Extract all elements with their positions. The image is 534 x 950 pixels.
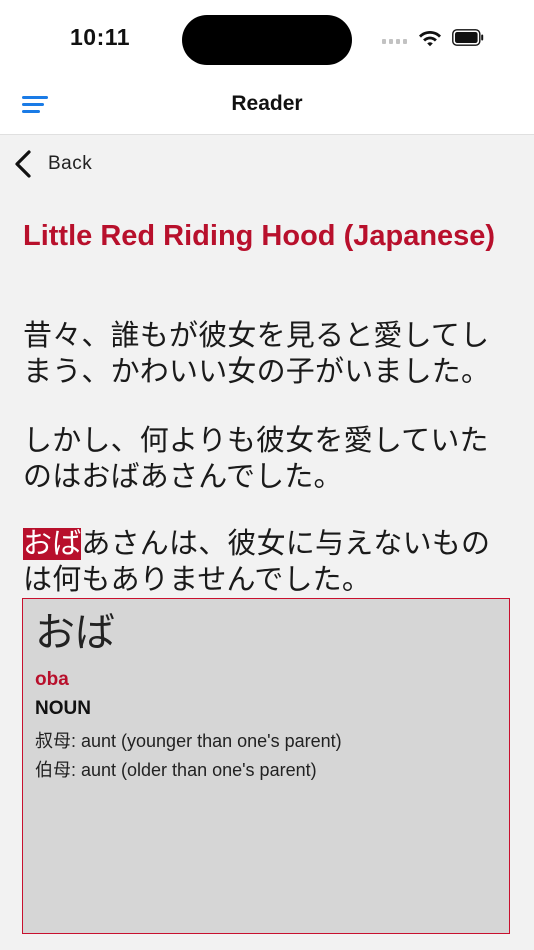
dictionary-definition: 伯母: aunt (older than one's parent) — [35, 760, 317, 780]
page-title: Reader — [231, 92, 303, 115]
nav-bar: Reader — [0, 80, 534, 135]
back-button[interactable]: Back — [12, 148, 92, 180]
dynamic-island — [182, 15, 352, 65]
wifi-icon — [419, 31, 441, 47]
story-paragraph: 昔々、誰もが彼女を見ると愛してしまう、かわいい女の子がいました。 — [23, 320, 491, 388]
signal-icon — [382, 39, 407, 44]
status-time: 10:11 — [70, 24, 131, 50]
story-title: Little Red Riding Hood (Japanese) — [23, 220, 496, 252]
dictionary-word: おば — [35, 611, 115, 655]
dictionary-part-of-speech: NOUN — [35, 698, 91, 719]
dictionary-romaji: oba — [35, 669, 69, 690]
back-label: Back — [48, 153, 93, 174]
dictionary-definition: 叔母: aunt (younger than one's parent) — [35, 731, 342, 751]
story-paragraph: しかし、何よりも彼女を愛していたのはおばあさんでした。 — [23, 425, 489, 493]
paragraph-text: あさんは、彼女に与えないものは何もありませんでした。 — [23, 528, 491, 596]
story-paragraph: おばあさんは、彼女に与えないものは何もありませんでした。 — [23, 526, 513, 598]
chevron-left-icon — [15, 150, 31, 178]
selected-word[interactable]: おば — [23, 528, 82, 560]
status-bar: 10:11 — [0, 0, 534, 80]
battery-icon — [452, 29, 484, 46]
dictionary-popup: おば oba NOUN 叔母: aunt (younger than one's… — [22, 598, 510, 934]
